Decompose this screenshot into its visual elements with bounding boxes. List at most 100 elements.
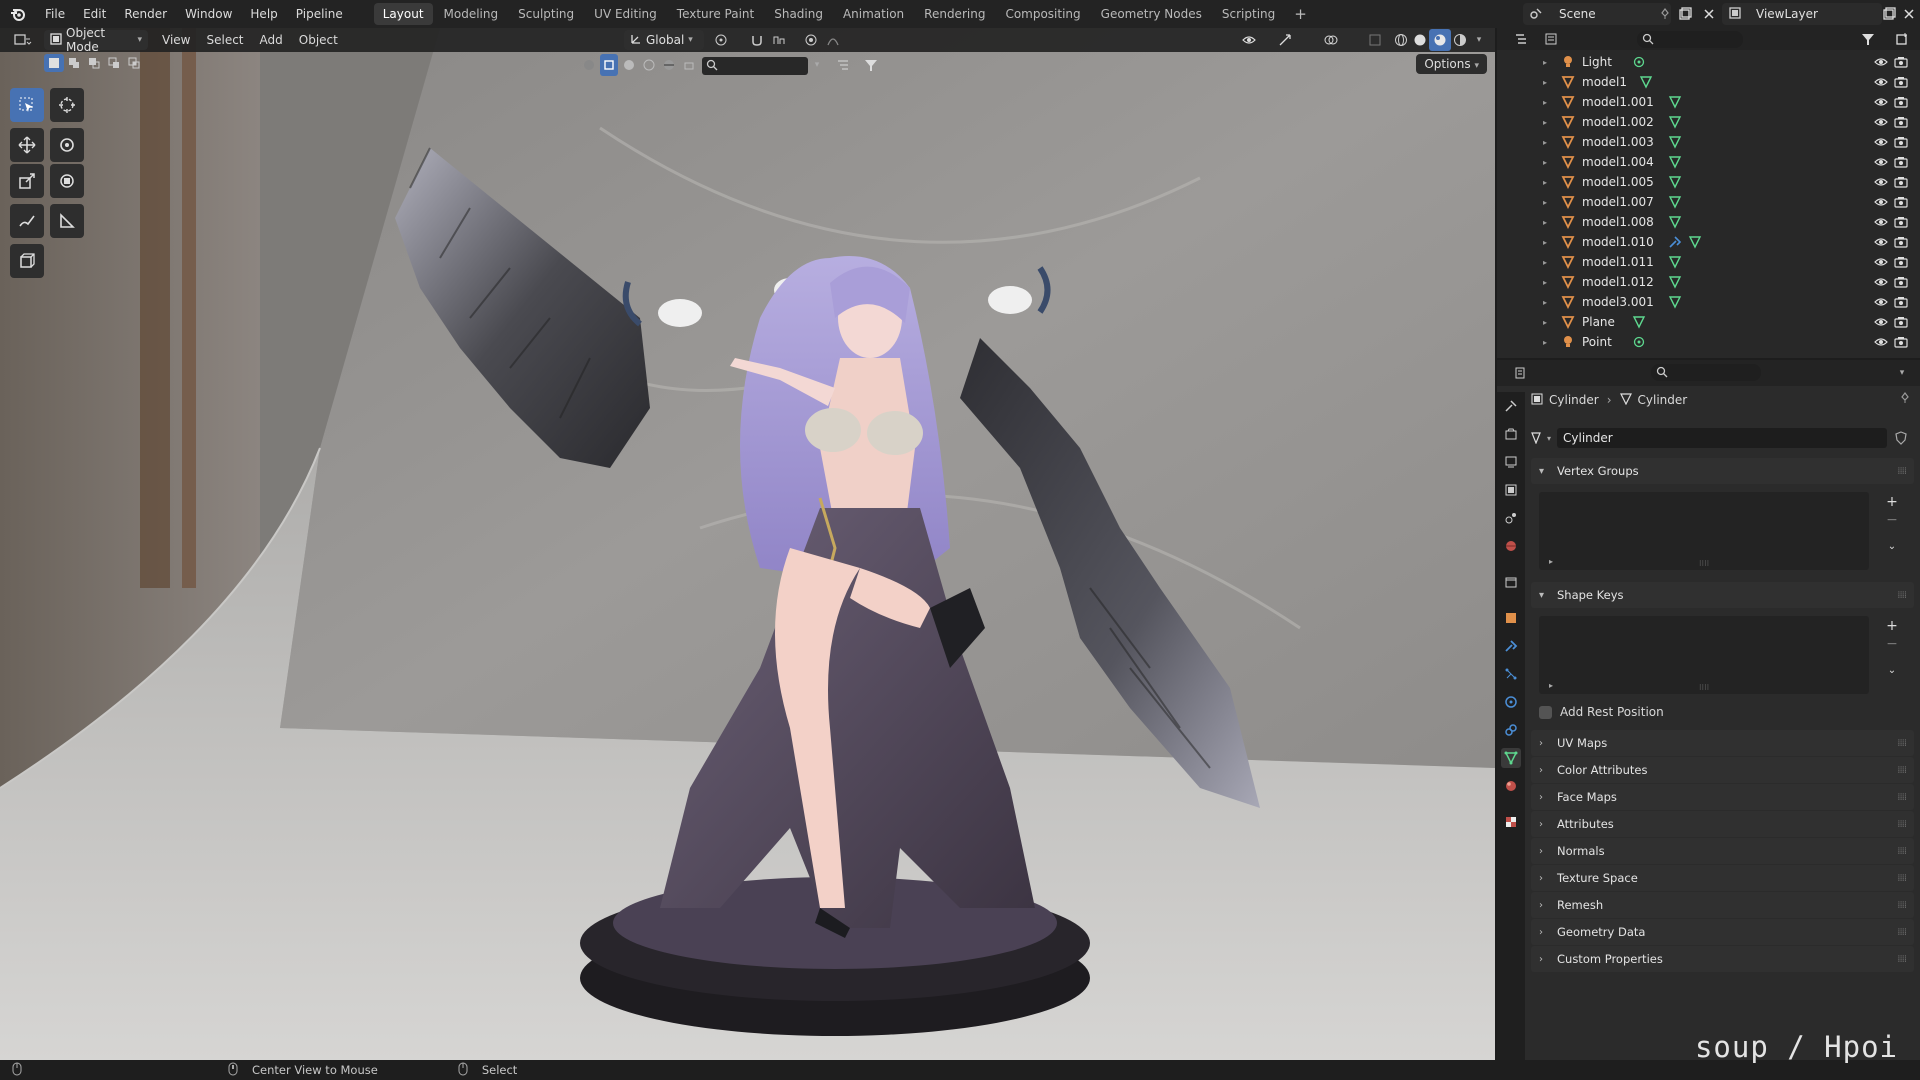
expand-triangle-icon[interactable]: ▸ bbox=[1543, 98, 1547, 107]
eye-visibility-icon[interactable] bbox=[1874, 235, 1888, 249]
viewport-search-input[interactable] bbox=[702, 57, 808, 75]
mesh-data-icon[interactable] bbox=[1668, 135, 1682, 149]
menu-edit[interactable]: Edit bbox=[74, 0, 115, 28]
camera-render-icon[interactable] bbox=[1894, 155, 1908, 169]
transform-tool-icon[interactable] bbox=[50, 164, 84, 198]
outliner-item-name[interactable]: Light bbox=[1582, 55, 1612, 69]
overlays-icon[interactable] bbox=[1320, 29, 1342, 51]
output-tab-icon[interactable] bbox=[1501, 452, 1521, 472]
delete-view-layer-icon[interactable] bbox=[1898, 3, 1920, 25]
mesh-data-icon[interactable] bbox=[1668, 215, 1682, 229]
outliner-row[interactable]: ▸ model1.004 bbox=[1497, 152, 1920, 172]
outliner-item-name[interactable]: model1.004 bbox=[1582, 155, 1654, 169]
expand-triangle-icon[interactable]: ▸ bbox=[1543, 58, 1547, 67]
particles-tab-icon[interactable] bbox=[1501, 664, 1521, 684]
outliner-row[interactable]: ▸ model1.010 bbox=[1497, 232, 1920, 252]
view-layer-selector[interactable]: ViewLayer bbox=[1722, 3, 1882, 25]
outliner-row[interactable]: ▸ model1.007 bbox=[1497, 192, 1920, 212]
tab-animation[interactable]: Animation bbox=[834, 3, 913, 25]
menu-view[interactable]: View bbox=[154, 33, 198, 47]
tab-shading[interactable]: Shading bbox=[765, 3, 832, 25]
mesh-data-icon[interactable] bbox=[1668, 295, 1682, 309]
grip-icon[interactable]: ⁞⁞⁞⁞ bbox=[1897, 792, 1907, 803]
mesh-data-icon[interactable] bbox=[1632, 315, 1646, 329]
snap-icon[interactable] bbox=[746, 29, 768, 51]
add-vertex-group-button[interactable]: + bbox=[1882, 492, 1902, 512]
tab-modeling[interactable]: Modeling bbox=[435, 3, 508, 25]
expand-triangle-icon[interactable]: ▸ bbox=[1543, 178, 1547, 187]
outliner-row[interactable]: ▸ model3.001 bbox=[1497, 292, 1920, 312]
grip-icon[interactable]: ⁞⁞⁞⁞ bbox=[1897, 819, 1907, 830]
outliner-item-name[interactable]: model1.002 bbox=[1582, 115, 1654, 129]
measure-tool-icon[interactable] bbox=[50, 204, 84, 238]
shape-keys-list[interactable]: ▸ ⁝⁝⁝⁝ bbox=[1539, 616, 1869, 694]
grip-icon[interactable]: ⁞⁞⁞⁞ bbox=[1897, 927, 1907, 938]
tool-tab-icon[interactable] bbox=[1501, 396, 1521, 416]
grip-icon[interactable]: ⁞⁞⁞⁞ bbox=[1897, 873, 1907, 884]
pivot-point-icon[interactable] bbox=[710, 29, 732, 51]
render-tab-icon[interactable] bbox=[1501, 424, 1521, 444]
camera-render-icon[interactable] bbox=[1894, 235, 1908, 249]
light-data-icon[interactable] bbox=[1632, 55, 1646, 69]
menu-window[interactable]: Window bbox=[176, 0, 241, 28]
mesh-data-icon[interactable] bbox=[1639, 75, 1653, 89]
filter-icon[interactable] bbox=[1857, 28, 1879, 50]
tab-texture-paint[interactable]: Texture Paint bbox=[668, 3, 763, 25]
camera-render-icon[interactable] bbox=[1894, 215, 1908, 229]
modifier-tab-icon[interactable] bbox=[1501, 636, 1521, 656]
outliner-item-name[interactable]: model1.012 bbox=[1582, 275, 1654, 289]
add-cube-tool-icon[interactable] bbox=[10, 244, 44, 278]
camera-render-icon[interactable] bbox=[1894, 195, 1908, 209]
expand-triangle-icon[interactable]: ▸ bbox=[1543, 198, 1547, 207]
camera-render-icon[interactable] bbox=[1894, 255, 1908, 269]
snap-target-icon[interactable] bbox=[768, 29, 790, 51]
camera-render-icon[interactable] bbox=[1894, 135, 1908, 149]
material-tab-icon[interactable] bbox=[1501, 776, 1521, 796]
cursor-tool-icon[interactable] bbox=[50, 88, 84, 122]
outliner-row[interactable]: ▸ model1.005 bbox=[1497, 172, 1920, 192]
eye-visibility-icon[interactable] bbox=[1874, 275, 1888, 289]
panel-color-attributes[interactable]: › Color Attributes ⁞⁞⁞⁞ bbox=[1531, 757, 1914, 783]
proportional-edit-icon[interactable] bbox=[800, 29, 822, 51]
panel-vertex-groups[interactable]: ▾ Vertex Groups ⁞⁞⁞⁞ bbox=[1531, 458, 1914, 484]
tab-geometry-nodes[interactable]: Geometry Nodes bbox=[1092, 3, 1211, 25]
menu-file[interactable]: File bbox=[36, 0, 74, 28]
outliner-search-input[interactable] bbox=[1637, 31, 1743, 48]
outliner-item-name[interactable]: model1.010 bbox=[1582, 235, 1654, 249]
grip-icon[interactable]: ⁞⁞⁞⁞ bbox=[1897, 765, 1907, 776]
filter-scene-icon[interactable] bbox=[640, 54, 658, 76]
pin-icon[interactable] bbox=[1899, 392, 1911, 407]
outliner-row[interactable]: ▸ model1.012 bbox=[1497, 272, 1920, 292]
eye-visibility-icon[interactable] bbox=[1874, 55, 1888, 69]
eye-visibility-icon[interactable] bbox=[1874, 135, 1888, 149]
eye-visibility-icon[interactable] bbox=[1874, 255, 1888, 269]
mesh-data-icon[interactable] bbox=[1668, 275, 1682, 289]
camera-render-icon[interactable] bbox=[1894, 315, 1908, 329]
gizmo-icon[interactable] bbox=[1274, 29, 1296, 51]
outliner-row[interactable]: ▸ model1.011 bbox=[1497, 252, 1920, 272]
data-tab-icon[interactable] bbox=[1501, 748, 1521, 768]
select-new-icon[interactable] bbox=[44, 54, 64, 72]
outliner-item-name[interactable]: Plane bbox=[1582, 315, 1615, 329]
eye-visibility-icon[interactable] bbox=[1874, 175, 1888, 189]
camera-render-icon[interactable] bbox=[1894, 295, 1908, 309]
select-subtract-icon[interactable] bbox=[84, 54, 104, 72]
eye-visibility-icon[interactable] bbox=[1874, 315, 1888, 329]
camera-render-icon[interactable] bbox=[1894, 55, 1908, 69]
add-shape-key-button[interactable]: + bbox=[1882, 616, 1902, 636]
constraints-tab-icon[interactable] bbox=[1501, 720, 1521, 740]
eye-visibility-icon[interactable] bbox=[1874, 335, 1888, 349]
rotate-tool-icon[interactable] bbox=[50, 128, 84, 162]
eye-visibility-icon[interactable] bbox=[1874, 95, 1888, 109]
outliner-editor-type-icon[interactable] bbox=[1507, 28, 1537, 50]
panel-face-maps[interactable]: › Face Maps ⁞⁞⁞⁞ bbox=[1531, 784, 1914, 810]
expand-triangle-icon[interactable]: ▸ bbox=[1543, 78, 1547, 87]
select-box-tool-icon[interactable] bbox=[10, 88, 44, 122]
list-resize-grip-icon[interactable]: ⁝⁝⁝⁝ bbox=[1699, 683, 1709, 692]
mesh-data-icon[interactable] bbox=[1668, 175, 1682, 189]
menu-object[interactable]: Object bbox=[291, 33, 346, 47]
camera-render-icon[interactable] bbox=[1894, 335, 1908, 349]
mesh-data-icon[interactable] bbox=[1668, 255, 1682, 269]
expand-triangle-icon[interactable]: ▸ bbox=[1543, 298, 1547, 307]
new-view-layer-icon[interactable] bbox=[1878, 3, 1900, 25]
